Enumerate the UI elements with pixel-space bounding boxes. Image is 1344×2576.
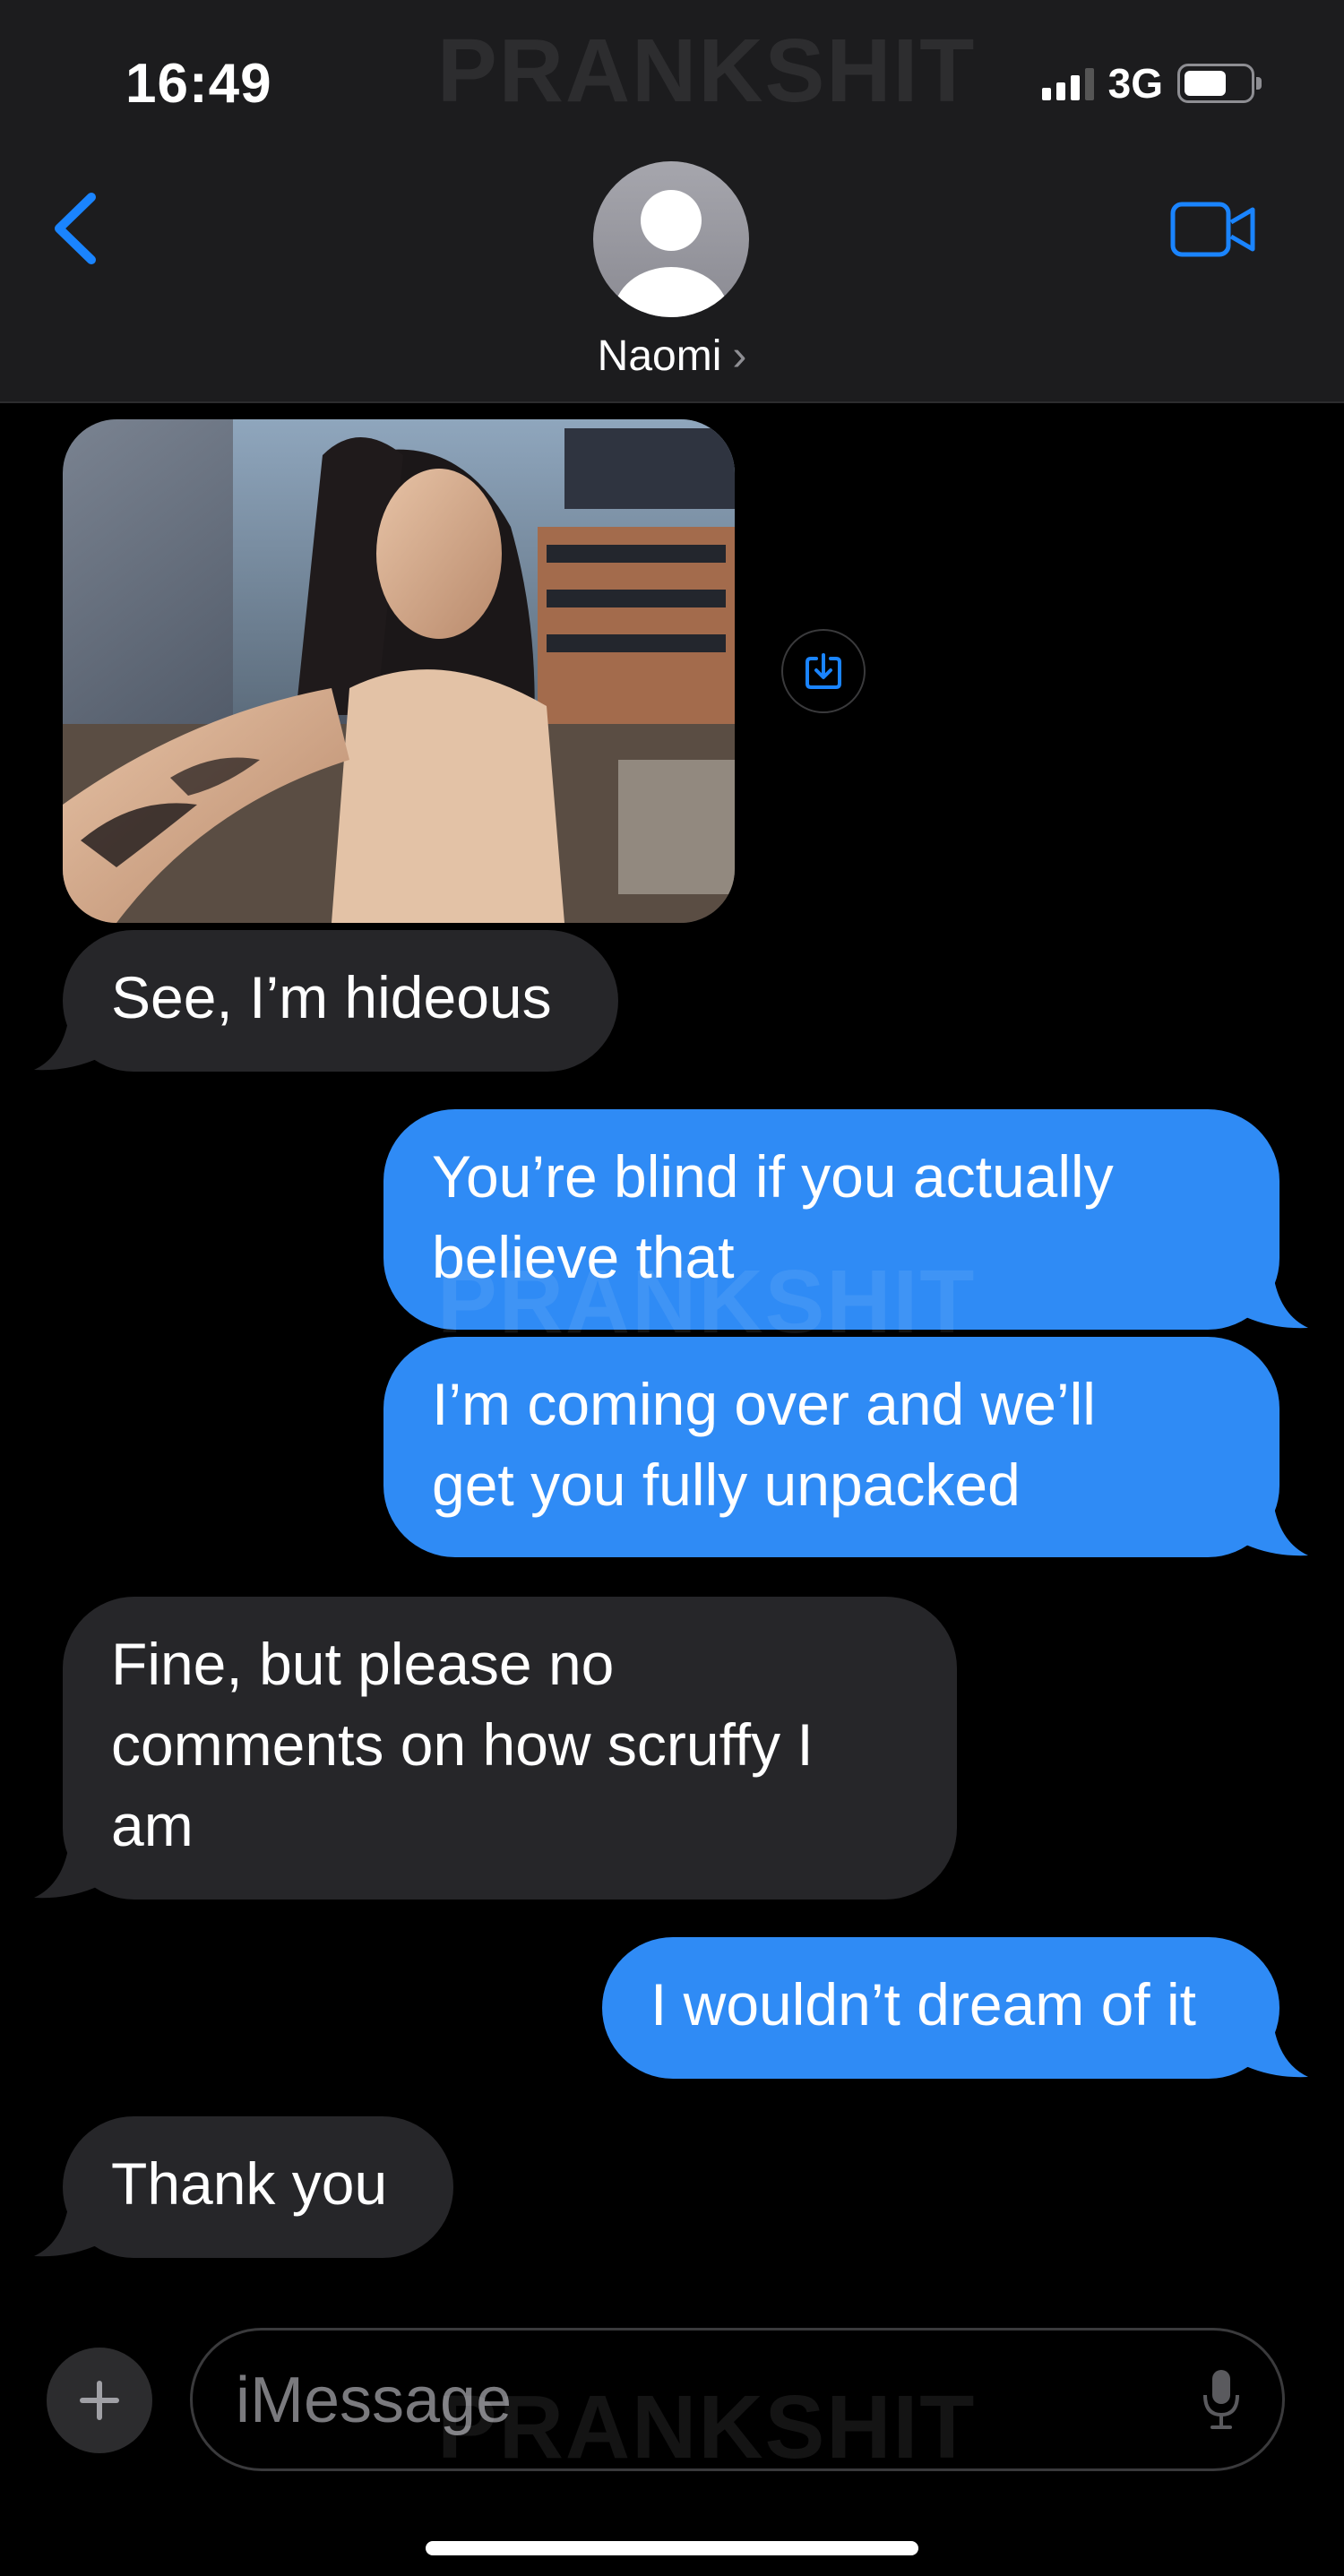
contact-name-button[interactable]: Naomi › xyxy=(0,332,1344,381)
download-icon xyxy=(806,653,841,689)
incoming-message[interactable]: Thank you xyxy=(63,2116,453,2258)
nav-header: 16:49 PRANKSHIT 3G Naomi › xyxy=(0,0,1344,403)
outgoing-message[interactable]: You’re blind if you actually believe tha… xyxy=(383,1109,1279,1330)
save-download-button[interactable] xyxy=(781,629,866,713)
message-text-line: I’m coming over and we’ll xyxy=(432,1371,1096,1437)
message-text-line: comments on how scruffy I xyxy=(111,1711,814,1778)
message-text-line: You’re blind if you actually xyxy=(432,1143,1114,1210)
microphone-icon[interactable] xyxy=(1202,2368,1241,2435)
incoming-tail xyxy=(34,1849,100,1899)
message-text-line: am xyxy=(111,1792,194,1858)
outgoing-tail xyxy=(1242,2029,1308,2078)
signal-icon xyxy=(1041,66,1094,100)
incoming-message[interactable]: See, I’m hideous xyxy=(63,930,618,1072)
plus-icon xyxy=(80,2381,119,2420)
add-attachment-button[interactable] xyxy=(47,2348,152,2453)
incoming-tail xyxy=(34,2208,100,2257)
outgoing-message[interactable]: I’m coming over and we’ll get you fully … xyxy=(383,1337,1279,1557)
outgoing-tail xyxy=(1242,1279,1308,1329)
photo-attachment[interactable] xyxy=(63,419,735,923)
outgoing-tail xyxy=(1242,1507,1308,1556)
video-camera-icon[interactable] xyxy=(1170,201,1258,263)
message-text-line: believe that xyxy=(432,1224,735,1290)
message-text: I wouldn’t dream of it xyxy=(650,1971,1196,2038)
chevron-right-icon: › xyxy=(732,332,747,380)
message-text: See, I’m hideous xyxy=(111,964,552,1030)
status-indicators: 3G xyxy=(1041,59,1262,108)
incoming-tail xyxy=(34,1021,100,1071)
watermark-top: PRANKSHIT xyxy=(437,21,977,121)
home-indicator[interactable] xyxy=(426,2541,918,2555)
message-input[interactable] xyxy=(234,2330,1133,2470)
contact-name: Naomi xyxy=(597,332,722,380)
contact-avatar[interactable] xyxy=(593,161,749,317)
back-chevron-icon[interactable] xyxy=(52,192,99,270)
status-time: 16:49 xyxy=(125,53,272,115)
message-input-container[interactable] xyxy=(190,2328,1285,2471)
message-text: Thank you xyxy=(111,2150,388,2217)
battery-icon xyxy=(1177,64,1262,103)
message-text-line: get you fully unpacked xyxy=(432,1452,1021,1518)
network-type: 3G xyxy=(1107,60,1163,107)
message-text-line: Fine, but please no xyxy=(111,1631,615,1697)
outgoing-message[interactable]: I wouldn’t dream of it xyxy=(602,1937,1279,2079)
incoming-message[interactable]: Fine, but please no comments on how scru… xyxy=(63,1597,957,1900)
